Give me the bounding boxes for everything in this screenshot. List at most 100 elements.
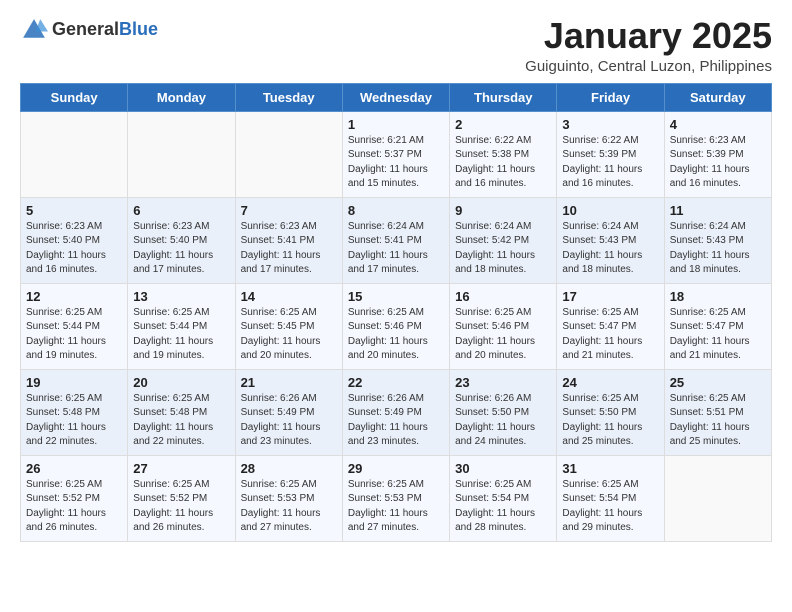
calendar-cell: 19Sunrise: 6:25 AMSunset: 5:48 PMDayligh…: [21, 369, 128, 455]
calendar-cell: 5Sunrise: 6:23 AMSunset: 5:40 PMDaylight…: [21, 197, 128, 283]
title-block: January 2025 Guiguinto, Central Luzon, P…: [525, 16, 772, 75]
day-info: Sunrise: 6:24 AMSunset: 5:41 PMDaylight:…: [348, 220, 444, 278]
day-of-week-header: Thursday: [450, 83, 557, 111]
calendar-cell: 20Sunrise: 6:25 AMSunset: 5:48 PMDayligh…: [128, 369, 235, 455]
day-number: 14: [241, 289, 337, 304]
logo-text: General Blue: [52, 20, 158, 40]
day-of-week-header: Sunday: [21, 83, 128, 111]
calendar-cell: 22Sunrise: 6:26 AMSunset: 5:49 PMDayligh…: [342, 369, 449, 455]
day-number: 29: [348, 461, 444, 476]
day-info: Sunrise: 6:23 AMSunset: 5:40 PMDaylight:…: [26, 220, 122, 278]
calendar-cell: 23Sunrise: 6:26 AMSunset: 5:50 PMDayligh…: [450, 369, 557, 455]
day-info: Sunrise: 6:24 AMSunset: 5:42 PMDaylight:…: [455, 220, 551, 278]
logo: General Blue: [20, 16, 158, 44]
day-info: Sunrise: 6:25 AMSunset: 5:54 PMDaylight:…: [562, 478, 658, 536]
day-number: 9: [455, 203, 551, 218]
day-of-week-header: Friday: [557, 83, 664, 111]
day-of-week-header: Wednesday: [342, 83, 449, 111]
day-number: 12: [26, 289, 122, 304]
calendar-cell: 8Sunrise: 6:24 AMSunset: 5:41 PMDaylight…: [342, 197, 449, 283]
month-title: January 2025: [525, 16, 772, 56]
day-number: 7: [241, 203, 337, 218]
day-number: 3: [562, 117, 658, 132]
day-info: Sunrise: 6:25 AMSunset: 5:44 PMDaylight:…: [26, 306, 122, 364]
day-number: 18: [670, 289, 766, 304]
day-of-week-header: Saturday: [664, 83, 771, 111]
calendar-cell: 3 Sunrise: 6:22 AMSunset: 5:39 PMDaylight…: [557, 111, 664, 197]
calendar-cell: 29 Sunrise: 6:25 AMSunset: 5:53 PMDayligh…: [342, 455, 449, 541]
day-info: Sunrise: 6:25 AMSunset: 5:48 PMDaylight:…: [133, 392, 229, 450]
calendar-cell: 18 Sunrise: 6:25 AMSunset: 5:47 PMDayligh…: [664, 283, 771, 369]
day-number: 26: [26, 461, 122, 476]
day-number: 15: [348, 289, 444, 304]
calendar-cell: 13Sunrise: 6:25 AMSunset: 5:44 PMDayligh…: [128, 283, 235, 369]
calendar-cell: 2Sunrise: 6:22 AMSunset: 5:38 PMDaylight…: [450, 111, 557, 197]
day-number: 31: [562, 461, 658, 476]
day-info: Sunrise: 6:22 AMSunset: 5:39 PMDaylight:…: [562, 134, 658, 192]
day-info: Sunrise: 6:25 AMSunset: 5:52 PMDaylight:…: [133, 478, 229, 536]
calendar-cell: 30Sunrise: 6:25 AMSunset: 5:54 PMDayligh…: [450, 455, 557, 541]
day-number: 4: [670, 117, 766, 132]
calendar-cell: 15 Sunrise: 6:25 AMSunset: 5:46 PMDayligh…: [342, 283, 449, 369]
day-info: Sunrise: 6:23 AMSunset: 5:39 PMDaylight:…: [670, 134, 766, 192]
day-number: 24: [562, 375, 658, 390]
day-info: Sunrise: 6:25 AMSunset: 5:52 PMDaylight:…: [26, 478, 122, 536]
calendar-cell: 24 Sunrise: 6:25 AMSunset: 5:50 PMDayligh…: [557, 369, 664, 455]
day-number: 27: [133, 461, 229, 476]
day-info: Sunrise: 6:25 AMSunset: 5:53 PMDaylight:…: [348, 478, 444, 536]
calendar-cell: 9 Sunrise: 6:24 AMSunset: 5:42 PMDaylight…: [450, 197, 557, 283]
day-of-week-header: Monday: [128, 83, 235, 111]
day-of-week-header: Tuesday: [235, 83, 342, 111]
day-number: 22: [348, 375, 444, 390]
calendar-week-row: 19Sunrise: 6:25 AMSunset: 5:48 PMDayligh…: [21, 369, 772, 455]
calendar-cell: 26 Sunrise: 6:25 AMSunset: 5:52 PMDayligh…: [21, 455, 128, 541]
day-info: Sunrise: 6:25 AMSunset: 5:46 PMDaylight:…: [455, 306, 551, 364]
day-info: Sunrise: 6:25 AMSunset: 5:50 PMDaylight:…: [562, 392, 658, 450]
day-info: Sunrise: 6:25 AMSunset: 5:48 PMDaylight:…: [26, 392, 122, 450]
calendar-cell: 21 Sunrise: 6:26 AMSunset: 5:49 PMDayligh…: [235, 369, 342, 455]
day-info: Sunrise: 6:25 AMSunset: 5:51 PMDaylight:…: [670, 392, 766, 450]
logo-blue: Blue: [119, 20, 158, 40]
day-number: 16: [455, 289, 551, 304]
day-info: Sunrise: 6:24 AMSunset: 5:43 PMDaylight:…: [562, 220, 658, 278]
calendar-header-row: SundayMondayTuesdayWednesdayThursdayFrid…: [21, 83, 772, 111]
calendar-cell: 25Sunrise: 6:25 AMSunset: 5:51 PMDayligh…: [664, 369, 771, 455]
calendar-cell: 31 Sunrise: 6:25 AMSunset: 5:54 PMDayligh…: [557, 455, 664, 541]
calendar-cell: 6Sunrise: 6:23 AMSunset: 5:40 PMDaylight…: [128, 197, 235, 283]
logo-icon: [20, 16, 48, 44]
day-info: Sunrise: 6:21 AMSunset: 5:37 PMDaylight:…: [348, 134, 444, 192]
calendar-cell: 14 Sunrise: 6:25 AMSunset: 5:45 PMDayligh…: [235, 283, 342, 369]
calendar-cell: 11 Sunrise: 6:24 AMSunset: 5:43 PMDayligh…: [664, 197, 771, 283]
calendar-week-row: 12 Sunrise: 6:25 AMSunset: 5:44 PMDayligh…: [21, 283, 772, 369]
day-info: Sunrise: 6:25 AMSunset: 5:45 PMDaylight:…: [241, 306, 337, 364]
day-info: Sunrise: 6:26 AMSunset: 5:49 PMDaylight:…: [241, 392, 337, 450]
day-info: Sunrise: 6:25 AMSunset: 5:53 PMDaylight:…: [241, 478, 337, 536]
day-info: Sunrise: 6:25 AMSunset: 5:54 PMDaylight:…: [455, 478, 551, 536]
calendar-cell: 7Sunrise: 6:23 AMSunset: 5:41 PMDaylight…: [235, 197, 342, 283]
calendar-cell: [664, 455, 771, 541]
day-info: Sunrise: 6:25 AMSunset: 5:44 PMDaylight:…: [133, 306, 229, 364]
location: Guiguinto, Central Luzon, Philippines: [525, 58, 772, 75]
day-number: 21: [241, 375, 337, 390]
day-info: Sunrise: 6:25 AMSunset: 5:47 PMDaylight:…: [562, 306, 658, 364]
day-number: 17: [562, 289, 658, 304]
calendar-cell: [128, 111, 235, 197]
day-info: Sunrise: 6:23 AMSunset: 5:40 PMDaylight:…: [133, 220, 229, 278]
calendar-cell: 10 Sunrise: 6:24 AMSunset: 5:43 PMDayligh…: [557, 197, 664, 283]
calendar-cell: 4 Sunrise: 6:23 AMSunset: 5:39 PMDaylight…: [664, 111, 771, 197]
calendar-cell: 16 Sunrise: 6:25 AMSunset: 5:46 PMDayligh…: [450, 283, 557, 369]
calendar-table: SundayMondayTuesdayWednesdayThursdayFrid…: [20, 83, 772, 542]
day-info: Sunrise: 6:22 AMSunset: 5:38 PMDaylight:…: [455, 134, 551, 192]
day-info: Sunrise: 6:25 AMSunset: 5:46 PMDaylight:…: [348, 306, 444, 364]
calendar-cell: 27 Sunrise: 6:25 AMSunset: 5:52 PMDayligh…: [128, 455, 235, 541]
logo-general: General: [52, 20, 119, 40]
day-number: 11: [670, 203, 766, 218]
day-number: 10: [562, 203, 658, 218]
calendar-cell: 28 Sunrise: 6:25 AMSunset: 5:53 PMDayligh…: [235, 455, 342, 541]
calendar-cell: [235, 111, 342, 197]
day-number: 28: [241, 461, 337, 476]
calendar-week-row: 26 Sunrise: 6:25 AMSunset: 5:52 PMDayligh…: [21, 455, 772, 541]
day-info: Sunrise: 6:24 AMSunset: 5:43 PMDaylight:…: [670, 220, 766, 278]
calendar-week-row: 5Sunrise: 6:23 AMSunset: 5:40 PMDaylight…: [21, 197, 772, 283]
day-info: Sunrise: 6:25 AMSunset: 5:47 PMDaylight:…: [670, 306, 766, 364]
